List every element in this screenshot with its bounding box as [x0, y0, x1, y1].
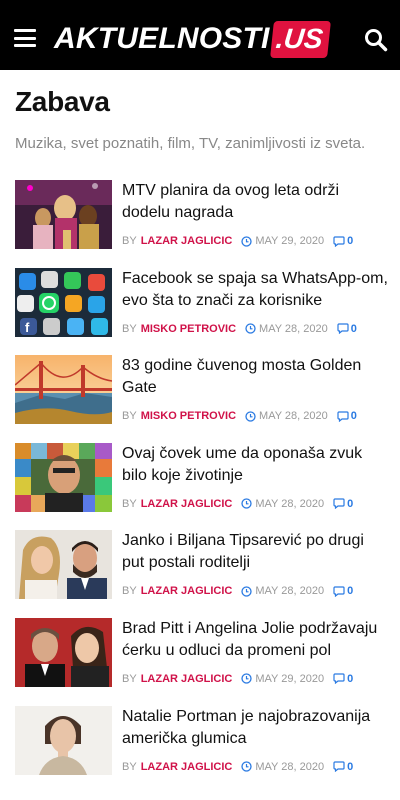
author-link[interactable]: LAZAR JAGLICIC — [141, 498, 233, 510]
article-thumbnail[interactable]: f — [15, 267, 112, 337]
svg-text:f: f — [25, 320, 30, 335]
article-thumbnail[interactable] — [15, 180, 112, 249]
clock-icon — [241, 761, 253, 772]
article-meta: BY LAZAR JAGLICIC MAY 29, 2020 0 — [122, 673, 353, 685]
article-thumbnail[interactable] — [15, 705, 112, 775]
clock-icon — [241, 586, 253, 597]
article-title-link[interactable]: Ovaj čovek ume da oponaša zvuk bilo koje… — [122, 443, 390, 487]
category-description: Muzika, svet poznatih, film, TV, zanimlj… — [15, 135, 366, 152]
article-title-link[interactable]: Natalie Portman je najobrazovanija ameri… — [122, 706, 390, 750]
hamburger-menu-icon[interactable] — [14, 29, 36, 47]
comment-count-link[interactable]: 0 — [347, 585, 353, 597]
article-item: 83 godine čuvenog mosta Golden Gate BY M… — [0, 355, 400, 443]
article-date: MAY 29, 2020 — [255, 672, 325, 685]
clock-icon — [245, 323, 256, 334]
article-meta: BY MISKO PETROVIC MAY 28, 2020 0 — [122, 410, 357, 422]
article-item: Natalie Portman je najobrazovanija ameri… — [0, 705, 400, 794]
comment-count-link[interactable]: 0 — [347, 673, 353, 685]
article-date: MAY 28, 2020 — [259, 410, 328, 423]
article-meta: BY LAZAR JAGLICIC MAY 29, 2020 0 — [122, 235, 353, 247]
article-item: Ovaj čovek ume da oponaša zvuk bilo koje… — [0, 442, 400, 531]
logo-text: AKTUELNOSTI — [54, 22, 270, 55]
by-label: BY — [122, 497, 137, 510]
comment-count-link[interactable]: 0 — [347, 761, 353, 773]
comment-icon — [333, 235, 345, 247]
clock-icon — [245, 411, 256, 422]
clock-icon — [241, 673, 253, 685]
article-meta: BY LAZAR JAGLICIC MAY 28, 2020 0 — [122, 761, 353, 773]
comment-icon — [337, 323, 349, 335]
article-thumbnail[interactable] — [15, 355, 112, 425]
by-label: BY — [122, 410, 137, 423]
comment-count-link[interactable]: 0 — [347, 235, 353, 247]
search-icon[interactable] — [364, 28, 388, 52]
article-thumbnail[interactable] — [15, 530, 112, 600]
author-link[interactable]: MISKO PETROVIC — [141, 323, 236, 335]
article-date: MAY 29, 2020 — [255, 235, 325, 247]
comment-icon — [337, 411, 349, 422]
comment-icon — [333, 673, 345, 685]
author-link[interactable]: LAZAR JAGLICIC — [141, 761, 233, 773]
article-title-link[interactable]: Facebook se spaja sa WhatsApp-om, evo št… — [122, 268, 390, 312]
site-logo[interactable]: AKTUELNOSTI .US — [54, 19, 331, 59]
article-item: f Facebook se spaja sa WhatsApp-om, evo … — [0, 267, 400, 356]
article-date: MAY 28, 2020 — [255, 585, 325, 598]
author-link[interactable]: LAZAR JAGLICIC — [141, 585, 233, 597]
by-label: BY — [122, 585, 137, 598]
by-label: BY — [122, 760, 137, 773]
by-label: BY — [122, 322, 137, 335]
article-meta: BY LAZAR JAGLICIC MAY 28, 2020 0 — [122, 585, 353, 597]
comment-icon — [333, 586, 345, 598]
article-meta: BY LAZAR JAGLICIC MAY 28, 2020 0 — [122, 498, 353, 510]
clock-icon — [241, 235, 253, 247]
article-date: MAY 28, 2020 — [255, 497, 325, 510]
author-link[interactable]: LAZAR JAGLICIC — [141, 235, 233, 247]
article-date: MAY 28, 2020 — [255, 760, 325, 773]
article-item: MTV planira da ovog leta održi dodelu na… — [0, 180, 400, 268]
article-thumbnail[interactable] — [15, 617, 112, 687]
comment-icon — [333, 761, 345, 773]
top-navigation-bar: AKTUELNOSTI .US — [0, 0, 400, 70]
article-list: MTV planira da ovog leta održi dodelu na… — [0, 180, 400, 793]
by-label: BY — [122, 235, 137, 247]
by-label: BY — [122, 672, 137, 685]
article-title-link[interactable]: Janko i Biljana Tipsarević po drugi put … — [122, 530, 390, 574]
logo-badge: .US — [269, 20, 331, 58]
comment-count-link[interactable]: 0 — [351, 410, 357, 422]
page-title: Zabava — [15, 86, 110, 117]
article-date: MAY 28, 2020 — [259, 322, 328, 335]
clock-icon — [241, 498, 253, 509]
article-title-link[interactable]: 83 godine čuvenog mosta Golden Gate — [122, 355, 390, 399]
author-link[interactable]: LAZAR JAGLICIC — [141, 673, 233, 685]
article-meta: BY MISKO PETROVIC MAY 28, 2020 0 — [122, 323, 357, 335]
comment-icon — [333, 498, 345, 510]
article-title-link[interactable]: MTV planira da ovog leta održi dodelu na… — [122, 180, 390, 224]
article-item: Brad Pitt i Angelina Jolie podržavaju će… — [0, 617, 400, 706]
article-title-link[interactable]: Brad Pitt i Angelina Jolie podržavaju će… — [122, 618, 390, 662]
comment-count-link[interactable]: 0 — [347, 498, 353, 510]
article-item: Janko i Biljana Tipsarević po drugi put … — [0, 530, 400, 618]
author-link[interactable]: MISKO PETROVIC — [141, 410, 236, 422]
article-thumbnail[interactable] — [15, 442, 112, 512]
comment-count-link[interactable]: 0 — [351, 323, 357, 335]
